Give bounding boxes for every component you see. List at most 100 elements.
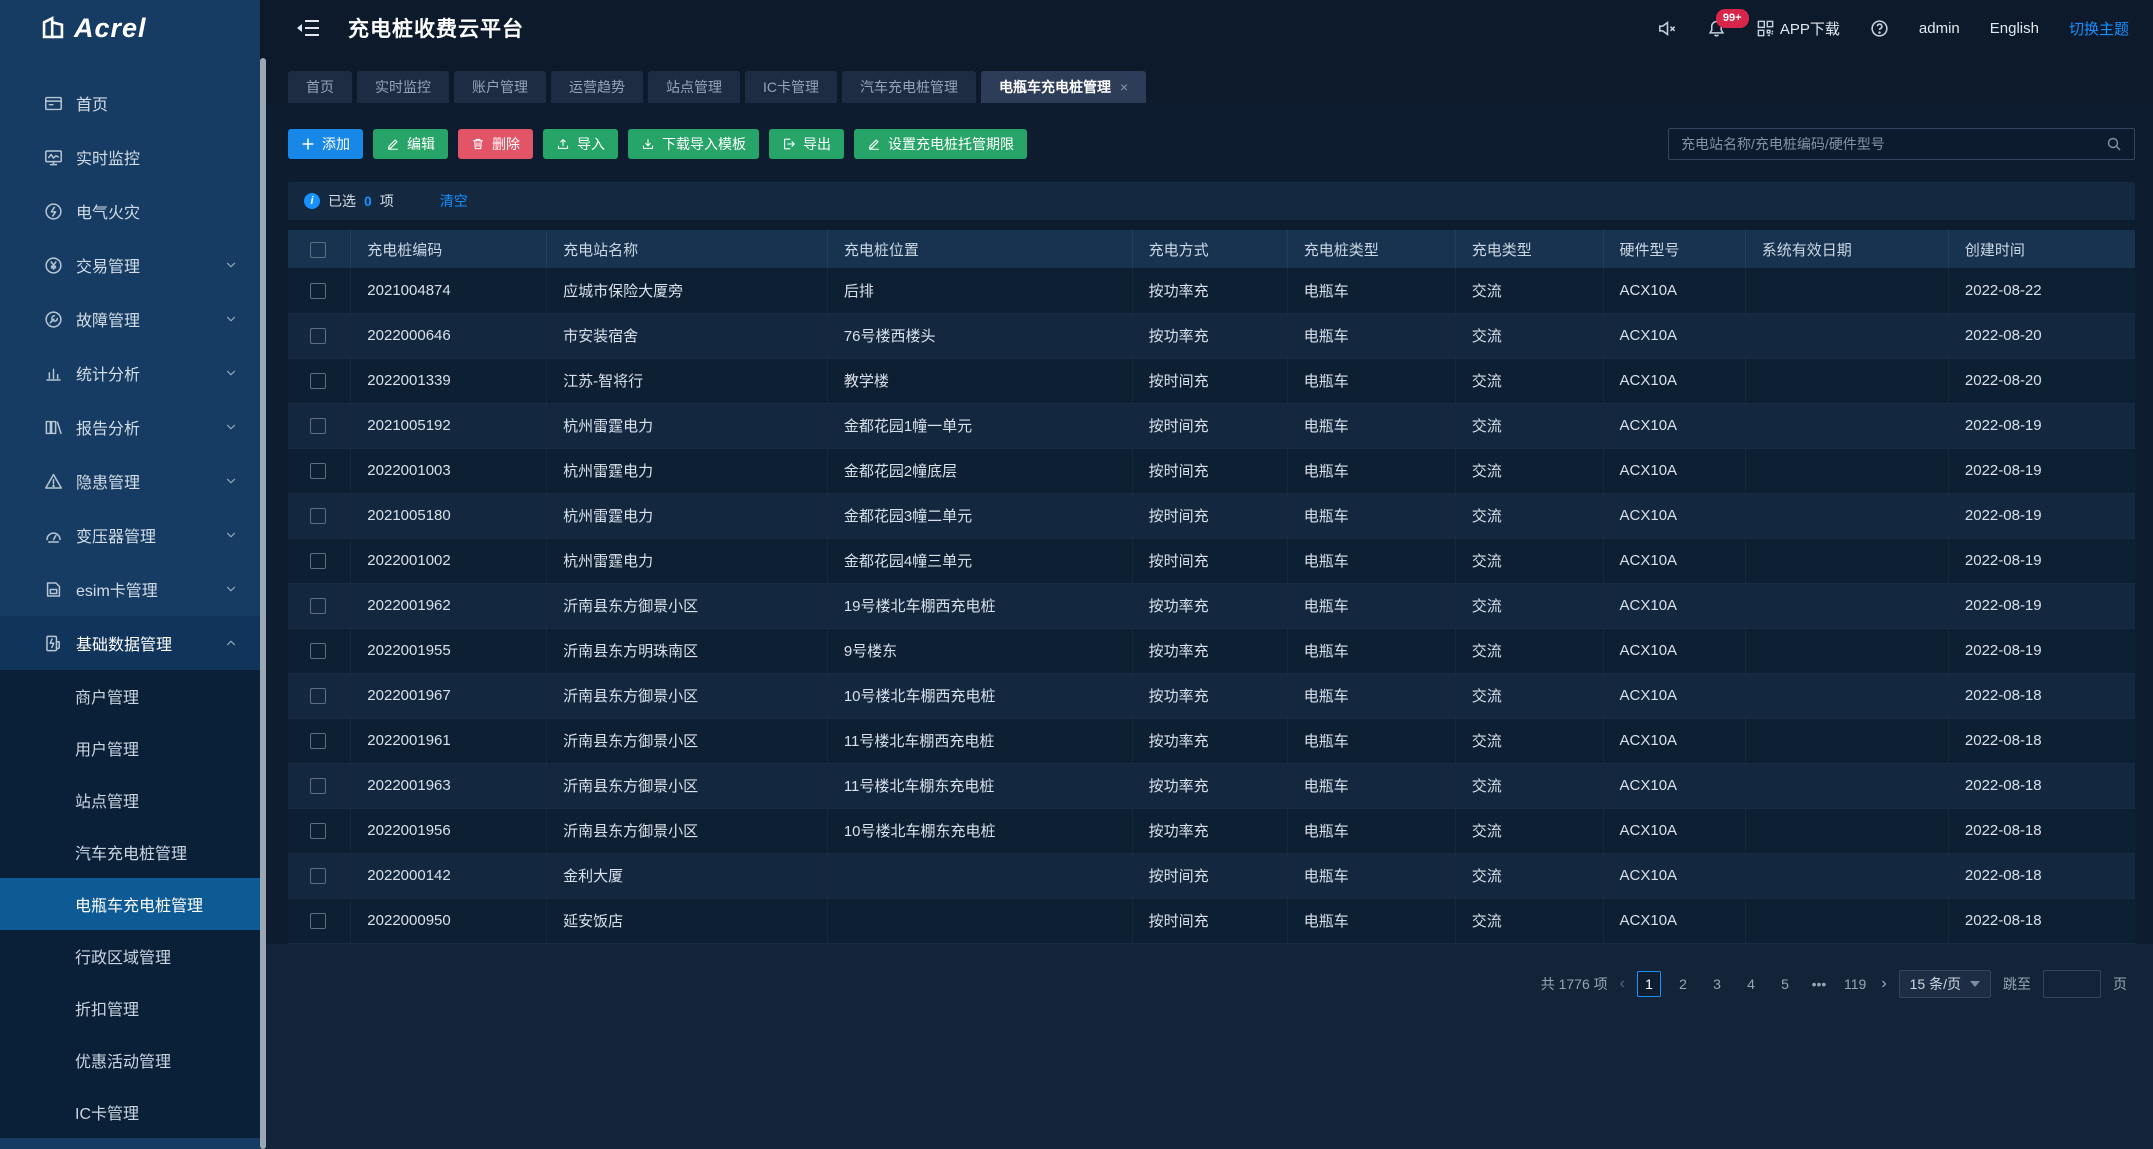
add-button[interactable]: 添加 xyxy=(288,129,363,159)
collapse-menu-icon[interactable] xyxy=(296,17,320,39)
cell-hardware: ACX10A xyxy=(1603,493,1745,538)
export-button[interactable]: 导出 xyxy=(769,129,844,159)
sidebar-item-merchant-mgmt[interactable]: 商户管理 xyxy=(0,670,260,722)
sidebar-item-base-data-mgmt[interactable]: 基础数据管理 xyxy=(0,616,260,670)
sidebar-item-site-mgmt[interactable]: 站点管理 xyxy=(0,774,260,826)
select-all-checkbox[interactable] xyxy=(310,242,326,258)
table-row[interactable]: 2022001967沂南县东方御景小区10号楼北车棚西充电桩按功率充电瓶车交流A… xyxy=(288,673,2135,718)
page-number[interactable]: 3 xyxy=(1705,971,1729,997)
sidebar-item-ebike-charger-mgmt[interactable]: 电瓶车充电桩管理 xyxy=(0,878,260,930)
search-icon[interactable] xyxy=(2106,136,2122,152)
table-row[interactable]: 2022001962沂南县东方御景小区19号楼北车棚西充电桩按功率充电瓶车交流A… xyxy=(288,583,2135,628)
table-row[interactable]: 2022001003杭州雷霆电力金都花园2幢底层按时间充电瓶车交流ACX10A2… xyxy=(288,448,2135,493)
edit-button[interactable]: 编辑 xyxy=(373,129,448,159)
row-checkbox[interactable] xyxy=(310,283,326,299)
tab-account-mgmt[interactable]: 账户管理 xyxy=(454,71,546,103)
table-row[interactable]: 2022001002杭州雷霆电力金都花园4幢三单元按时间充电瓶车交流ACX10A… xyxy=(288,538,2135,583)
table-row[interactable]: 2022001955沂南县东方明珠南区9号楼东按功率充电瓶车交流ACX10A20… xyxy=(288,628,2135,673)
sidebar-item-esim-card-mgmt[interactable]: esim卡管理 xyxy=(0,562,260,616)
volume-mute-icon[interactable] xyxy=(1658,19,1677,38)
row-checkbox[interactable] xyxy=(310,913,326,929)
row-checkbox[interactable] xyxy=(310,643,326,659)
sidebar-item-hazard-mgmt[interactable]: 隐患管理 xyxy=(0,454,260,508)
chevron-left-icon[interactable]: ‹ xyxy=(1620,975,1625,993)
chevron-right-icon[interactable]: › xyxy=(1881,975,1886,993)
row-checkbox[interactable] xyxy=(310,463,326,479)
app-download-link[interactable]: APP下载 xyxy=(1756,18,1840,39)
page-number[interactable]: 5 xyxy=(1773,971,1797,997)
sidebar-item-transaction-mgmt[interactable]: 交易管理 xyxy=(0,238,260,292)
cell-pile_type: 电瓶车 xyxy=(1287,313,1455,358)
notifications-bell[interactable]: 99+ xyxy=(1707,19,1726,38)
jump-page-input[interactable] xyxy=(2043,970,2101,998)
tab-car-charger-mgmt[interactable]: 汽车充电桩管理 xyxy=(842,71,976,103)
cell-created: 2022-08-19 xyxy=(1948,403,2135,448)
page-number[interactable]: 2 xyxy=(1671,971,1695,997)
cell-pile_type: 电瓶车 xyxy=(1287,853,1455,898)
column-header: 系统有效日期 xyxy=(1745,230,1948,268)
sidebar-item-admin-region-mgmt[interactable]: 行政区域管理 xyxy=(0,930,260,982)
table-row[interactable]: 2022000646市安装宿舍76号楼西楼头按功率充电瓶车交流ACX10A202… xyxy=(288,313,2135,358)
search-input[interactable] xyxy=(1681,136,2106,152)
table-row[interactable]: 2022000950延安饭店按时间充电瓶车交流ACX10A2022-08-18 xyxy=(288,898,2135,943)
sidebar-item-home[interactable]: 首页 xyxy=(0,76,260,130)
tab-operation-trend[interactable]: 运营趋势 xyxy=(551,71,643,103)
sidebar-item-report-analysis[interactable]: 报告分析 xyxy=(0,400,260,454)
sidebar-item-discount-mgmt[interactable]: 折扣管理 xyxy=(0,982,260,1034)
page-size-select[interactable]: 15 条/页 xyxy=(1899,970,1991,998)
tab-home[interactable]: 首页 xyxy=(288,71,352,103)
tab-ic-card-mgmt[interactable]: IC卡管理 xyxy=(745,71,837,103)
table-row[interactable]: 2022001956沂南县东方御景小区10号楼北车棚东充电桩按功率充电瓶车交流A… xyxy=(288,808,2135,853)
sidebar-item-fault-mgmt[interactable]: 故障管理 xyxy=(0,292,260,346)
row-checkbox[interactable] xyxy=(310,778,326,794)
sidebar-item-user-mgmt[interactable]: 用户管理 xyxy=(0,722,260,774)
row-checkbox[interactable] xyxy=(310,688,326,704)
table-row[interactable]: 2021005192杭州雷霆电力金都花园1幢一单元按时间充电瓶车交流ACX10A… xyxy=(288,403,2135,448)
row-checkbox[interactable] xyxy=(310,733,326,749)
download-template-button[interactable]: 下载导入模板 xyxy=(628,129,759,159)
clear-selection-link[interactable]: 清空 xyxy=(440,191,468,211)
sidebar-item-promo-activity-mgmt[interactable]: 优惠活动管理 xyxy=(0,1034,260,1086)
page-ellipsis[interactable]: ••• xyxy=(1807,971,1831,997)
page-number[interactable]: 119 xyxy=(1841,971,1869,997)
table-row[interactable]: 2021005180杭州雷霆电力金都花园3幢二单元按时间充电瓶车交流ACX10A… xyxy=(288,493,2135,538)
set-trustee-period-button[interactable]: 设置充电桩托管期限 xyxy=(854,129,1027,159)
row-checkbox[interactable] xyxy=(310,418,326,434)
row-checkbox[interactable] xyxy=(310,373,326,389)
tab-site-mgmt[interactable]: 站点管理 xyxy=(648,71,740,103)
pagination-total: 共 1776 项 xyxy=(1541,974,1608,994)
table-row[interactable]: 2022001963沂南县东方御景小区11号楼北车棚东充电桩按功率充电瓶车交流A… xyxy=(288,763,2135,808)
tab-label: 首页 xyxy=(306,77,334,97)
tab-ebike-charger-mgmt[interactable]: 电瓶车充电桩管理× xyxy=(981,71,1146,103)
page-number[interactable]: 4 xyxy=(1739,971,1763,997)
sidebar-scrollbar[interactable] xyxy=(260,58,266,1149)
row-checkbox[interactable] xyxy=(310,868,326,884)
sidebar-item-transformer-mgmt[interactable]: 变压器管理 xyxy=(0,508,260,562)
username[interactable]: admin xyxy=(1919,20,1960,37)
import-button[interactable]: 导入 xyxy=(543,129,618,159)
row-checkbox[interactable] xyxy=(310,598,326,614)
close-icon[interactable]: × xyxy=(1120,79,1128,95)
sidebar-item-electric-fire[interactable]: 电气火灾 xyxy=(0,184,260,238)
table-row[interactable]: 2022001339江苏-智将行教学楼按时间充电瓶车交流ACX10A2022-0… xyxy=(288,358,2135,403)
row-checkbox[interactable] xyxy=(310,553,326,569)
delete-button[interactable]: 删除 xyxy=(458,129,533,159)
sidebar-item-stats-analysis[interactable]: 统计分析 xyxy=(0,346,260,400)
page-number[interactable]: 1 xyxy=(1637,971,1661,997)
sidebar-item-ic-card-mgmt[interactable]: IC卡管理 xyxy=(0,1086,260,1138)
row-checkbox[interactable] xyxy=(310,508,326,524)
cell-mode: 按功率充 xyxy=(1132,718,1287,763)
theme-toggle-link[interactable]: 切换主题 xyxy=(2069,18,2129,39)
table-row[interactable]: 2021004874应城市保险大厦旁后排按功率充电瓶车交流ACX10A2022-… xyxy=(288,268,2135,313)
row-checkbox[interactable] xyxy=(310,823,326,839)
cell-hardware: ACX10A xyxy=(1603,268,1745,313)
table-row[interactable]: 2022000142金利大厦按时间充电瓶车交流ACX10A2022-08-18 xyxy=(288,853,2135,898)
row-checkbox[interactable] xyxy=(310,328,326,344)
table-row[interactable]: 2022001961沂南县东方御景小区11号楼北车棚西充电桩按功率充电瓶车交流A… xyxy=(288,718,2135,763)
tab-realtime-monitor[interactable]: 实时监控 xyxy=(357,71,449,103)
sidebar-item-realtime-monitor[interactable]: 实时监控 xyxy=(0,130,260,184)
tab-label: 账户管理 xyxy=(472,77,528,97)
language-switch[interactable]: English xyxy=(1990,20,2039,37)
help-icon[interactable] xyxy=(1870,19,1889,38)
sidebar-item-car-charger-mgmt[interactable]: 汽车充电桩管理 xyxy=(0,826,260,878)
